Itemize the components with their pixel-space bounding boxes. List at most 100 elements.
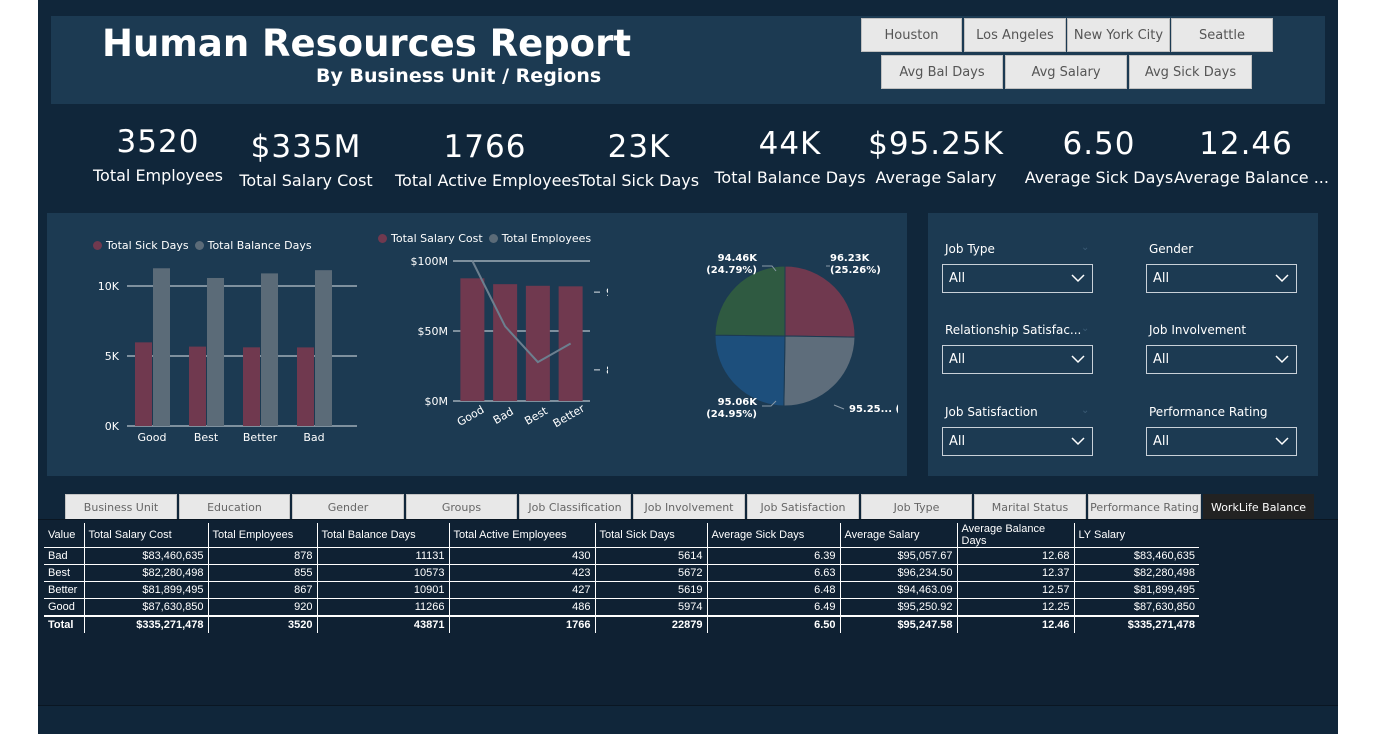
kpi-value: 3520 (116, 124, 200, 160)
measure-button-avg-sick-days[interactable]: Avg Sick Days (1129, 55, 1252, 89)
table-cell: $83,460,635 (1073, 547, 1199, 565)
city-button-new-york-city[interactable]: New York City (1067, 18, 1170, 52)
table-cell: 12.68 (956, 547, 1074, 565)
column-header[interactable]: Total Salary Cost (83, 523, 208, 548)
pie-data-label: 94.46K (718, 253, 759, 264)
legend-label-employees: Total Employees (501, 232, 592, 245)
bar-salary-cost (460, 278, 485, 401)
kpi-value: 12.46 (1199, 126, 1293, 162)
table-cell: 12.57 (956, 581, 1074, 599)
city-button-seattle[interactable]: Seattle (1171, 18, 1273, 52)
slicer-job-type[interactable]: All (942, 264, 1093, 293)
matrix-table: Value Total Salary Cost Total Employees … (44, 523, 1199, 633)
slicer-job-involvement[interactable]: All (1146, 345, 1297, 374)
pie-slice (784, 265, 856, 338)
tab-job-type[interactable]: Job Type (861, 494, 972, 520)
tab-job-satisfaction[interactable]: Job Satisfaction (747, 494, 859, 520)
city-button-los-angeles[interactable]: Los Angeles (964, 18, 1066, 52)
tab-job-classification[interactable]: Job Classification (519, 494, 631, 520)
tab-groups[interactable]: Groups (406, 494, 517, 520)
table-cell: 5672 (594, 564, 707, 582)
legend-marker-balance-days (194, 241, 204, 250)
y-tick-label-left: $0M (425, 395, 449, 408)
column-header[interactable]: Total Balance Days (316, 523, 449, 548)
table-cell: $87,630,850 (1073, 598, 1199, 616)
legend-label-balance-days: Total Balance Days (207, 239, 312, 252)
column-header[interactable]: LY Salary (1073, 523, 1199, 548)
table-cell: 920 (207, 598, 317, 616)
kpi-label: Average Salary (875, 168, 997, 187)
table-cell: 43871 (316, 614, 449, 633)
kpi-value: $95.25K (868, 126, 1004, 162)
kpi-total-employees: 3520 Total Employees (88, 124, 228, 185)
city-button-houston[interactable]: Houston (861, 18, 962, 52)
table-cell: Best (44, 564, 84, 582)
pie-slice (714, 265, 786, 337)
legend-marker-salary-cost (378, 234, 387, 243)
x-tick-label: Bad (491, 405, 516, 427)
column-header[interactable]: Average Salary (839, 523, 957, 548)
slicer-chevron-icon: ⌄ (1081, 242, 1090, 253)
chevron-down-icon (1275, 355, 1289, 364)
slicer-performance-rating[interactable]: All (1146, 427, 1297, 456)
slicer-value: All (1153, 434, 1170, 449)
tab-job-involvement[interactable]: Job Involvement (633, 494, 745, 520)
slicer-label-job-satisfaction: Job Satisfaction (945, 405, 1038, 419)
chart1-legend: Total Sick Days Total Balance Days (93, 239, 312, 252)
bar-balance-days (153, 268, 170, 426)
tab-performance-rating[interactable]: Performance Rating (1088, 494, 1201, 520)
table-body: Bad $83,460,635 878 11131 430 5614 6.39 $95,057… (44, 547, 1199, 633)
table-cell: $81,899,495 (83, 581, 208, 599)
table-row[interactable]: Bad $83,460,635 878 11131 430 5614 6.39 $95,057… (44, 547, 1199, 565)
table-row[interactable]: Better $81,899,495 867 10901 427 5619 6.48 $94,… (44, 581, 1199, 599)
x-tick-label: Best (522, 404, 550, 428)
table-cell: 12.37 (956, 564, 1074, 582)
y-tick-label: 5K (105, 350, 120, 363)
kpi-average-balance-days: 12.46 Average Balance ... (1174, 126, 1329, 187)
report-subtitle: By Business Unit / Regions (316, 65, 602, 87)
slicer-label-performance-rating: Performance Rating (1149, 405, 1268, 419)
slicer-value: All (949, 434, 966, 449)
pie-data-label: (24.95%) (706, 409, 757, 420)
table-cell: 22879 (594, 614, 707, 633)
slicer-relationship-satisfaction[interactable]: All (942, 345, 1093, 374)
column-header[interactable]: Total Sick Days (594, 523, 707, 548)
column-header[interactable]: Total Employees (207, 523, 317, 548)
kpi-total-salary-cost: $335M Total Salary Cost (236, 129, 376, 190)
column-header[interactable]: Total Active Employees (448, 523, 595, 548)
kpi-value: 1766 (443, 129, 527, 165)
slicer-job-satisfaction[interactable]: All (942, 427, 1093, 456)
tab-education[interactable]: Education (179, 494, 290, 520)
table-row[interactable]: Best $82,280,498 855 10573 423 5672 6.63 $96,23… (44, 564, 1199, 582)
kpi-total-balance-days: 44K Total Balance Days (713, 126, 867, 187)
bar-sick-days (189, 346, 206, 426)
bar-sick-days (135, 342, 152, 426)
pie-slice (783, 335, 856, 407)
column-header[interactable]: Average Balance Days (956, 523, 1074, 548)
table-row[interactable]: Good $87,630,850 920 11266 486 5974 6.49 $95,25… (44, 598, 1199, 616)
tab-marital-status[interactable]: Marital Status (974, 494, 1086, 520)
table-total-row[interactable]: Total $335,271,478 3520 43871 1766 22879 6.50 $… (44, 614, 1199, 633)
legend-label-sick-days: Total Sick Days (106, 239, 189, 252)
table-cell: Bad (44, 547, 84, 565)
kpi-total-sick-days: 23K Total Sick Days (578, 129, 700, 190)
table-cell: 11131 (316, 547, 449, 565)
slicer-gender[interactable]: All (1146, 264, 1297, 293)
slicer-value: All (949, 352, 966, 367)
table-cell: $335,271,478 (1073, 614, 1199, 633)
report-canvas: Human Resources Report By Business Unit … (38, 0, 1338, 734)
column-header[interactable]: Average Sick Days (706, 523, 840, 548)
tab-worklife-balance[interactable]: WorkLife Balance (1203, 494, 1314, 520)
table-cell: 6.63 (706, 564, 840, 582)
legend-marker-employees (488, 234, 498, 243)
table-cell: 6.48 (706, 581, 840, 599)
column-header[interactable]: Value (44, 523, 84, 548)
sick-vs-balance-days-chart: 0K 5K 10K Good Best Better Bad (98, 268, 357, 444)
tab-business-unit[interactable]: Business Unit (65, 494, 177, 520)
pie-data-label: (25.26%) (830, 265, 881, 276)
measure-button-avg-salary[interactable]: Avg Salary (1005, 55, 1127, 89)
measure-button-avg-bal-days[interactable]: Avg Bal Days (881, 55, 1003, 89)
bar-sick-days (243, 347, 260, 426)
tab-gender[interactable]: Gender (292, 494, 404, 520)
slicer-value: All (1153, 352, 1170, 367)
